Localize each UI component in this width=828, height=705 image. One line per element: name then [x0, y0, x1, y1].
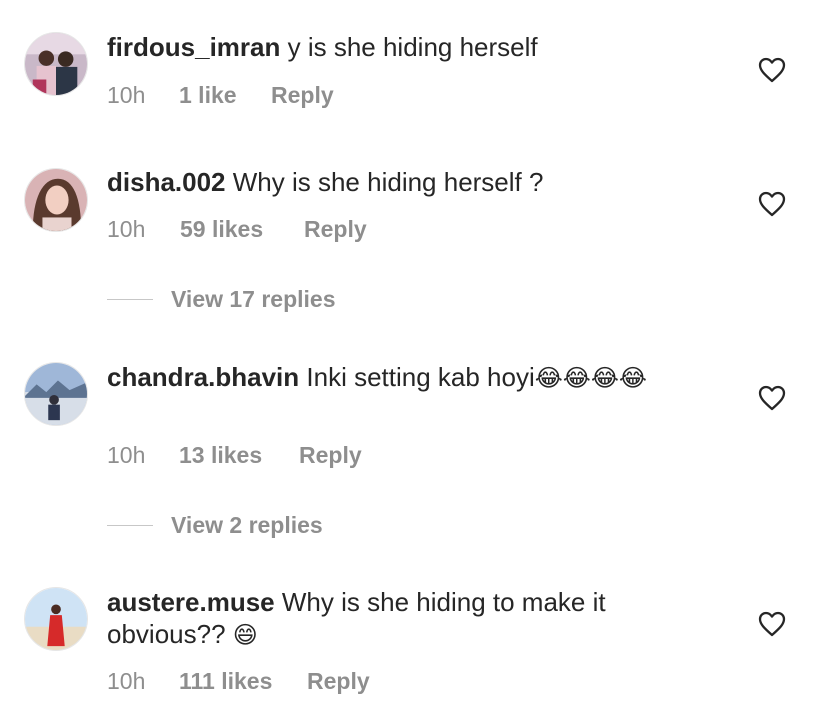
comment-text: firdous_imran y is she hiding herself — [107, 31, 697, 63]
view-replies-label[interactable]: View 17 replies — [171, 286, 336, 313]
heart-outline-icon[interactable] — [758, 191, 786, 217]
comment-likes[interactable]: 13 likes — [179, 441, 299, 469]
comment-meta: 10h 1 like Reply — [107, 81, 334, 109]
comment-meta: 10h 59 likes Reply — [107, 215, 367, 243]
comment-username[interactable]: disha.002 — [107, 167, 226, 197]
divider-line — [107, 299, 153, 300]
divider-line — [107, 525, 153, 526]
comment-body: y is she hiding herself — [287, 32, 538, 62]
avatar[interactable] — [24, 32, 88, 96]
avatar[interactable] — [24, 362, 88, 426]
comment-likes[interactable]: 59 likes — [180, 215, 304, 243]
reply-button[interactable]: Reply — [307, 667, 370, 695]
avatar[interactable] — [24, 168, 88, 232]
heart-outline-icon[interactable] — [758, 385, 786, 411]
comment-body: Why is she hiding herself ? — [232, 167, 544, 197]
comment-time: 10h — [107, 82, 146, 108]
comment-username[interactable]: austere.muse — [107, 587, 275, 617]
comment-text: chandra.bhavin Inki setting kab hoyi😂😂😂😂 — [107, 361, 697, 394]
comment-username[interactable]: firdous_imran — [107, 32, 280, 62]
view-replies-button[interactable]: View 17 replies — [107, 286, 336, 313]
comment-likes[interactable]: 111 likes — [179, 667, 307, 695]
heart-outline-icon[interactable] — [758, 611, 786, 637]
comment-body: Inki setting kab hoyi — [306, 362, 535, 392]
avatar[interactable] — [24, 587, 88, 651]
reply-button[interactable]: Reply — [271, 81, 334, 109]
comment-time: 10h — [107, 442, 146, 468]
comment-time: 10h — [107, 668, 146, 694]
reply-button[interactable]: Reply — [304, 215, 367, 243]
comment-time: 10h — [107, 216, 146, 242]
view-replies-label[interactable]: View 2 replies — [171, 512, 323, 539]
heart-outline-icon[interactable] — [758, 57, 786, 83]
comment-meta: 10h 13 likes Reply — [107, 441, 362, 469]
comment-text: disha.002 Why is she hiding herself ? — [107, 166, 697, 198]
view-replies-button[interactable]: View 2 replies — [107, 512, 323, 539]
comment-text: austere.muse Why is she hiding to make i… — [107, 586, 697, 651]
reply-button[interactable]: Reply — [299, 441, 362, 469]
laughing-emoji: 😂😂😂😂 — [534, 364, 647, 392]
comment-meta: 10h 111 likes Reply — [107, 667, 370, 695]
comment-username[interactable]: chandra.bhavin — [107, 362, 299, 392]
grinning-emoji: 😄 — [232, 621, 258, 649]
comment-likes[interactable]: 1 like — [179, 81, 271, 109]
